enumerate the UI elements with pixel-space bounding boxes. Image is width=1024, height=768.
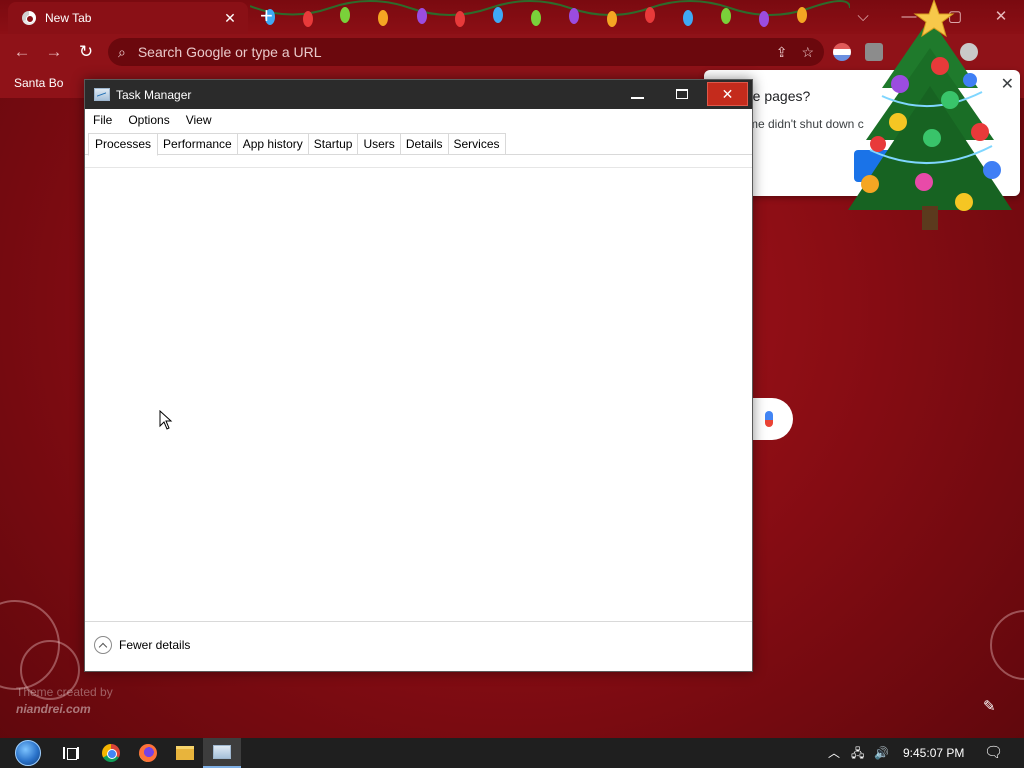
back-arrow-icon[interactable]: ← bbox=[10, 40, 34, 64]
bookmark-santa[interactable]: Santa Bo bbox=[14, 76, 63, 90]
share-icon[interactable]: ⇪ bbox=[776, 44, 788, 61]
menu-options[interactable]: Options bbox=[120, 109, 177, 131]
close-icon: ✕ bbox=[721, 85, 734, 102]
minimize-button[interactable] bbox=[617, 82, 657, 106]
window-title: Task Manager bbox=[116, 87, 192, 102]
taskbar-chrome[interactable] bbox=[92, 738, 130, 768]
restore-dialog-title: re pages? bbox=[748, 88, 811, 104]
forward-arrow-icon[interactable]: → bbox=[42, 40, 66, 64]
maximize-button[interactable] bbox=[662, 82, 702, 106]
close-tab-icon[interactable]: ✕ bbox=[222, 10, 238, 27]
footer-divider bbox=[85, 621, 752, 622]
firefox-icon bbox=[139, 744, 157, 762]
theme-credit-site[interactable]: niandrei.com bbox=[16, 701, 113, 718]
taskbar-file-explorer[interactable] bbox=[166, 738, 204, 768]
folder-icon bbox=[176, 746, 194, 760]
taskbar: ︿ 🖧 🔊 9:45:07 PM 🗨 bbox=[0, 738, 1024, 768]
christmas-tree-decoration bbox=[848, 0, 1012, 230]
task-view-button[interactable] bbox=[52, 738, 90, 768]
browser-tab-new-tab[interactable]: New Tab ✕ bbox=[8, 2, 248, 34]
new-tab-button[interactable]: + bbox=[260, 4, 273, 28]
tab-app-history[interactable]: App history bbox=[237, 133, 309, 155]
menu-file[interactable]: File bbox=[85, 109, 120, 131]
chrome-icon bbox=[102, 744, 120, 762]
tab-services[interactable]: Services bbox=[448, 133, 506, 155]
taskbar-firefox[interactable] bbox=[129, 738, 167, 768]
close-button[interactable]: ✕ bbox=[707, 82, 748, 106]
network-icon[interactable]: 🖧 bbox=[851, 738, 864, 768]
mouse-cursor-icon bbox=[159, 410, 173, 430]
pencil-icon[interactable]: ✎ bbox=[983, 697, 996, 715]
fewer-details-label: Fewer details bbox=[119, 638, 191, 652]
swirl-decoration bbox=[990, 610, 1024, 680]
task-manager-icon bbox=[94, 88, 110, 101]
taskbar-task-manager[interactable] bbox=[203, 738, 241, 768]
task-manager-icon bbox=[213, 745, 231, 759]
tab-performance[interactable]: Performance bbox=[158, 133, 238, 155]
omnibox[interactable]: ⌕ ⇪ ☆ bbox=[108, 38, 824, 66]
volume-icon[interactable]: 🔊 bbox=[874, 738, 889, 768]
browser-tab-title: New Tab bbox=[45, 11, 92, 25]
show-hidden-icons-chevron-icon[interactable]: ︿ bbox=[828, 738, 840, 768]
content-header-divider bbox=[85, 167, 752, 168]
maximize-icon bbox=[676, 89, 688, 99]
tab-details[interactable]: Details bbox=[400, 133, 449, 155]
start-button[interactable] bbox=[8, 738, 48, 768]
reload-icon[interactable]: ↻ bbox=[74, 40, 98, 64]
taskbar-clock[interactable]: 9:45:07 PM bbox=[903, 738, 964, 768]
theme-credit: Theme created by niandrei.com bbox=[16, 684, 113, 718]
fewer-details-toggle[interactable]: Fewer details bbox=[94, 636, 190, 654]
task-manager-window: Task Manager ✕ File Options View Process… bbox=[84, 79, 753, 672]
omnibox-input[interactable] bbox=[137, 44, 762, 60]
task-view-icon bbox=[63, 747, 79, 760]
task-manager-titlebar[interactable]: Task Manager ✕ bbox=[85, 80, 752, 109]
task-manager-tabs: Processes Performance App history Startu… bbox=[88, 133, 506, 156]
windows-start-icon bbox=[15, 740, 41, 766]
action-center-icon[interactable]: 🗨 bbox=[984, 738, 1003, 768]
menu-view[interactable]: View bbox=[178, 109, 220, 131]
tab-users[interactable]: Users bbox=[358, 133, 401, 155]
theme-credit-line: Theme created by bbox=[16, 685, 113, 699]
microphone-icon bbox=[765, 411, 773, 427]
bookmark-star-icon[interactable]: ☆ bbox=[801, 44, 814, 61]
chevron-up-icon bbox=[94, 636, 112, 654]
chrome-icon bbox=[22, 11, 36, 25]
minimize-icon bbox=[630, 97, 644, 99]
tab-processes[interactable]: Processes bbox=[88, 133, 159, 156]
christmas-lights-decoration bbox=[250, 0, 850, 27]
menu-bar: File Options View bbox=[85, 109, 752, 131]
tab-startup[interactable]: Startup bbox=[308, 133, 359, 155]
search-icon: ⌕ bbox=[118, 43, 126, 60]
